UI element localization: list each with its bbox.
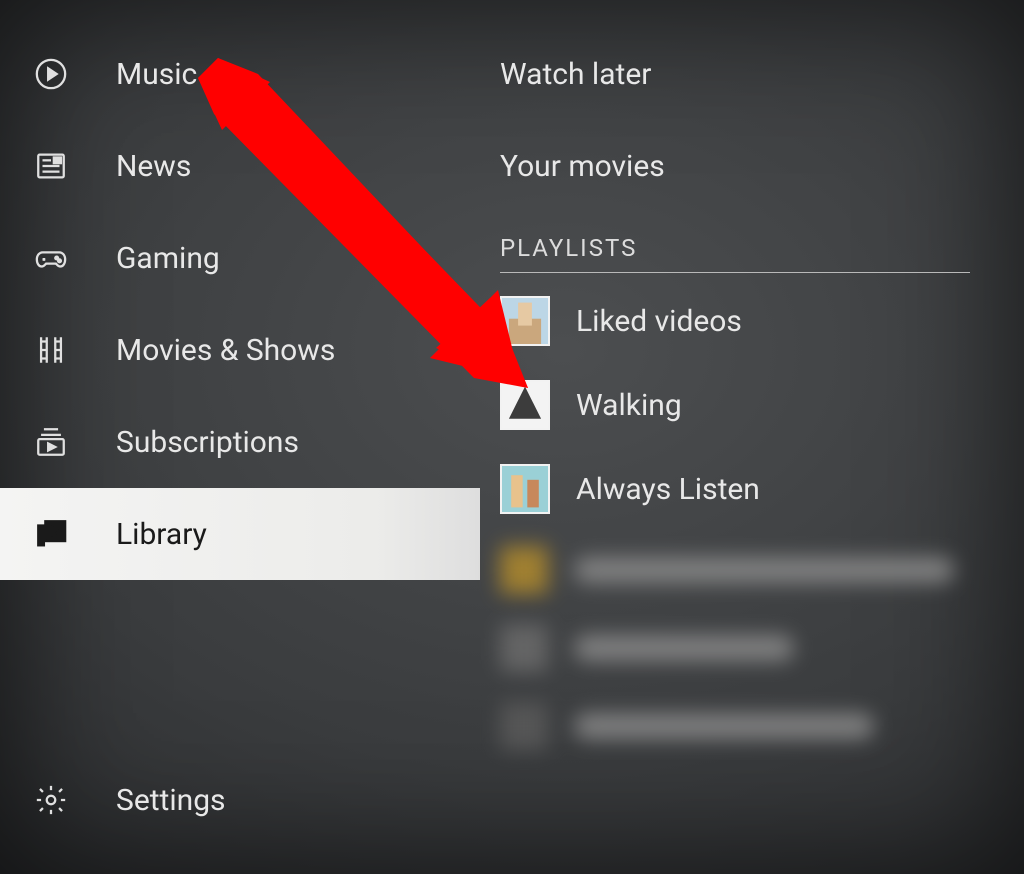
news-icon [34,149,84,183]
sidebar-item-label: Library [116,517,207,552]
playlist-label: Always Listen [576,472,760,507]
content-item-your-movies[interactable]: Your movies [500,120,1014,212]
sidebar-item-label: Subscriptions [116,425,299,460]
playlist-thumbnail [500,296,550,346]
sidebar-gap [0,580,480,670]
library-icon [34,517,84,551]
sidebar: Music News Gaming [0,0,480,874]
playlist-walking[interactable]: Walking [500,363,1014,447]
playlist-thumbnail [500,464,550,514]
film-icon [34,333,84,367]
playlist-label: Liked videos [576,304,742,339]
sidebar-item-settings[interactable]: Settings [0,754,480,846]
playlist-thumbnail [500,380,550,430]
gaming-icon [34,241,84,275]
sidebar-item-subscriptions[interactable]: Subscriptions [0,396,480,488]
sidebar-item-music[interactable]: Music [0,28,480,120]
sidebar-item-movies-shows[interactable]: Movies & Shows [0,304,480,396]
sidebar-item-label: Gaming [116,241,220,276]
sidebar-item-label: Music [116,57,197,92]
subscriptions-icon [34,425,84,459]
sidebar-item-library[interactable]: Library [0,488,480,580]
playlist-redacted [500,609,1014,687]
content-item-label: Your movies [500,149,665,184]
sidebar-item-label: Settings [116,783,226,818]
sidebar-item-label: News [116,149,191,184]
gear-icon [34,783,84,817]
sidebar-item-gaming[interactable]: Gaming [0,212,480,304]
playlists-header: PLAYLISTS [500,234,970,273]
playlist-redacted [500,531,1014,609]
playlist-label: Walking [576,388,682,423]
library-content: Watch later Your movies PLAYLISTS Liked … [500,28,1014,765]
music-icon [34,57,84,91]
playlist-liked-videos[interactable]: Liked videos [500,279,1014,363]
sidebar-item-label: Movies & Shows [116,333,335,368]
content-item-watch-later[interactable]: Watch later [500,28,1014,120]
playlist-redacted [500,687,1014,765]
sidebar-item-news[interactable]: News [0,120,480,212]
playlist-always-listen[interactable]: Always Listen [500,447,1014,531]
content-item-label: Watch later [500,57,651,92]
